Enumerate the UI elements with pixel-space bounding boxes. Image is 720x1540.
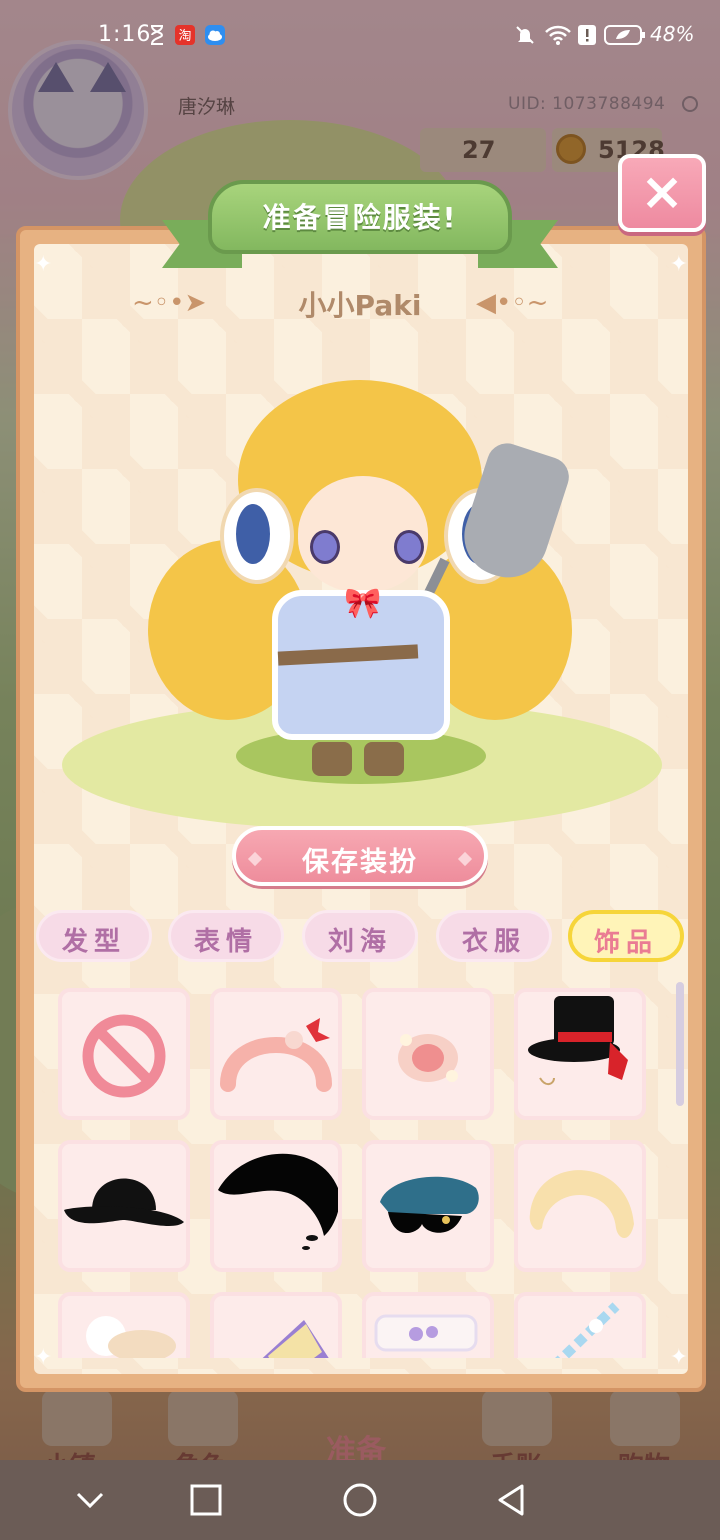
- boot-right: [364, 742, 404, 776]
- pearl-hairpin-icon: [398, 1034, 458, 1082]
- dialog-title: 准备冒险服装!: [262, 201, 458, 234]
- eye-right: [394, 530, 424, 564]
- tab-label: 衣服: [461, 927, 526, 957]
- status-time: 1:16: [98, 22, 152, 47]
- wifi-icon: [545, 25, 571, 45]
- system-nav-bar: [0, 1460, 720, 1540]
- accessory-grid: [58, 988, 650, 1358]
- battery-icon: [604, 25, 645, 45]
- tab-expression[interactable]: 表情: [168, 910, 284, 962]
- tab-label: 饰品: [593, 928, 658, 958]
- item-accessory[interactable]: [210, 1292, 342, 1358]
- purple-book-icon: [262, 1320, 329, 1358]
- white-cloud-hairpiece-icon: [86, 1316, 176, 1358]
- blue-sailor-cap-icon: [380, 1176, 479, 1234]
- item-none[interactable]: [58, 988, 190, 1120]
- close-button[interactable]: ×: [618, 154, 706, 232]
- recent-apps-icon[interactable]: [184, 1478, 228, 1522]
- alert-icon: [578, 25, 596, 45]
- blue-straw-icon: [555, 1302, 620, 1358]
- corner-star-icon: ✦: [34, 1345, 53, 1370]
- tab-label: 表情: [193, 927, 258, 957]
- status-bar: 1:16 淘 48%: [0, 0, 720, 72]
- cloud-icon: [205, 25, 225, 45]
- black-bowler-hat-icon: [64, 1178, 184, 1226]
- item-accessory[interactable]: [210, 1140, 342, 1272]
- none-icon: [82, 1014, 166, 1098]
- ear-left-inner: [236, 504, 270, 564]
- cream-headband-icon: [529, 1170, 634, 1238]
- eye-left: [310, 530, 340, 564]
- back-icon[interactable]: [490, 1478, 534, 1522]
- corner-star-icon: ✦: [34, 252, 53, 277]
- save-outfit-label: 保存装扮: [302, 847, 418, 878]
- lavender-ribbon-icon: [374, 1314, 478, 1352]
- item-accessory[interactable]: [362, 988, 494, 1120]
- close-icon: ×: [640, 162, 684, 222]
- item-accessory[interactable]: [58, 1140, 190, 1272]
- tab-clothes[interactable]: 衣服: [436, 910, 552, 962]
- title-ribbon: 准备冒险服装!: [208, 180, 512, 254]
- item-accessory[interactable]: [514, 988, 646, 1120]
- item-accessory[interactable]: [514, 1292, 646, 1358]
- svg-text:淘: 淘: [178, 29, 191, 44]
- tab-accessories[interactable]: 饰品: [568, 910, 684, 962]
- grid-scrollbar[interactable]: [676, 982, 684, 1106]
- corner-star-icon: ✦: [669, 1345, 688, 1370]
- boot-left: [312, 742, 352, 776]
- character-name: 小小Paki: [298, 289, 422, 322]
- tab-label: 刘海: [327, 927, 392, 957]
- battery-percent: 48%: [650, 22, 695, 46]
- home-icon[interactable]: [338, 1478, 382, 1522]
- item-accessory[interactable]: [58, 1292, 190, 1358]
- mute-icon: [516, 26, 534, 44]
- swirl-right-icon: ◀•◦~: [476, 288, 549, 318]
- save-outfit-button[interactable]: 保存装扮: [232, 826, 488, 886]
- taobao-icon: 淘: [175, 25, 195, 45]
- chevron-down-icon[interactable]: [68, 1478, 112, 1522]
- hourglass-icon: [151, 25, 164, 45]
- corner-star-icon: ✦: [669, 252, 688, 277]
- pink-headband-icon: [220, 1018, 332, 1092]
- tab-hairstyle[interactable]: 发型: [36, 910, 152, 962]
- item-accessory[interactable]: [514, 1140, 646, 1272]
- item-accessory[interactable]: [362, 1140, 494, 1272]
- item-accessory[interactable]: [210, 988, 342, 1120]
- tab-bangs[interactable]: 刘海: [302, 910, 418, 962]
- tab-label: 发型: [61, 927, 126, 957]
- black-top-hat-icon: [528, 996, 628, 1085]
- item-accessory[interactable]: [362, 1292, 494, 1358]
- black-bangs-icon: [218, 1153, 338, 1250]
- pink-bow-icon: 🎀: [344, 586, 382, 621]
